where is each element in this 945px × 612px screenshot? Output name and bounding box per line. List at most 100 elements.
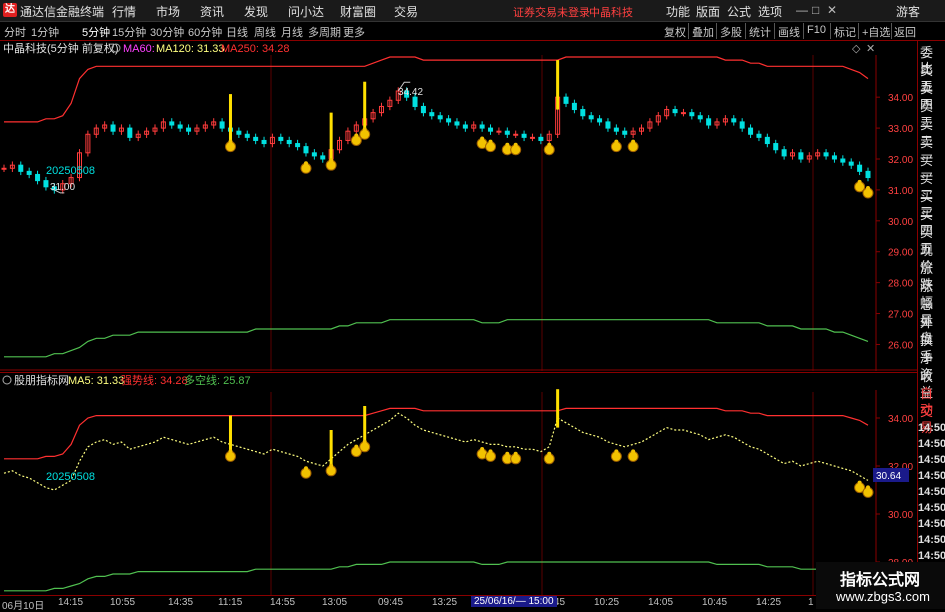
time-label: 1 xyxy=(808,597,814,608)
menu-trade[interactable]: 交易 xyxy=(394,3,418,20)
settings-icon[interactable] xyxy=(2,375,12,385)
menu-formula[interactable]: 公式 xyxy=(727,3,751,20)
candle xyxy=(865,170,871,179)
signal-bar xyxy=(329,430,333,469)
ma5-line xyxy=(3,412,869,491)
draw-button[interactable]: 画线 xyxy=(778,24,800,40)
maximize-icon[interactable]: □ xyxy=(812,3,819,17)
menu-function[interactable]: 功能 xyxy=(666,3,690,20)
indicator-chart[interactable]: 34.0032.0030.0028.00 股朋指标网 MA5: 31.33 强势… xyxy=(0,372,917,595)
divider xyxy=(716,23,717,39)
signal-bar xyxy=(228,94,232,144)
money-bag-icon-top xyxy=(614,449,619,454)
candle xyxy=(588,115,594,120)
money-bag-icon-top xyxy=(480,447,485,451)
menu-layout[interactable]: 版面 xyxy=(696,3,720,20)
time-label: 14:05 xyxy=(648,597,674,608)
menu-quotes[interactable]: 行情 xyxy=(112,3,136,20)
divider xyxy=(830,23,831,39)
adjust-button[interactable]: 复权 xyxy=(664,24,686,40)
price-panel-header: 中晶科技(5分钟 前复权) xyxy=(3,41,119,55)
money-bag-icon-top xyxy=(362,127,367,132)
tab-5min[interactable]: 5分钟 xyxy=(82,24,110,40)
tab-weekly[interactable]: 周线 xyxy=(254,24,276,40)
diamond-icon[interactable]: ◇ xyxy=(852,43,861,55)
candle xyxy=(622,130,628,135)
candle xyxy=(462,124,468,129)
candle xyxy=(689,112,695,117)
tab-1min[interactable]: 1分钟 xyxy=(31,24,59,40)
candle xyxy=(831,155,837,160)
money-bag-icon-top xyxy=(329,463,334,468)
login-warning[interactable]: 证券交易未登录 xyxy=(513,4,590,20)
add-watchlist-button[interactable]: +自选 xyxy=(862,24,890,40)
tab-15min[interactable]: 15分钟 xyxy=(112,24,146,40)
candle xyxy=(278,136,284,141)
candle xyxy=(26,170,32,175)
long-short-line xyxy=(4,319,869,358)
candle xyxy=(798,152,804,160)
candle xyxy=(773,143,779,151)
candle xyxy=(597,118,603,123)
close-icon[interactable]: ✕ xyxy=(827,3,837,17)
money-bag-icon-top xyxy=(513,451,518,456)
mark-button[interactable]: 标记 xyxy=(834,24,856,40)
sidebar-time: 14:50 xyxy=(918,518,945,530)
candle xyxy=(756,133,762,138)
long-short-line xyxy=(4,561,869,592)
multi-stock-button[interactable]: 多股 xyxy=(720,24,742,40)
watermark-url: www.zbgs3.com xyxy=(836,589,930,604)
tab-multi-period[interactable]: 多周期 xyxy=(308,24,341,40)
candle xyxy=(35,173,41,182)
top-stock-name: 中晶科技 xyxy=(589,7,633,19)
menu-wealth[interactable]: 财富圈 xyxy=(340,3,376,20)
candle xyxy=(295,143,301,148)
candle xyxy=(110,124,116,132)
y-tick-label: 32.00 xyxy=(888,155,913,166)
tab-timeshare[interactable]: 分时 xyxy=(4,24,26,40)
tab-30min[interactable]: 30分钟 xyxy=(150,24,184,40)
menu-discover[interactable]: 发现 xyxy=(244,3,268,20)
money-bag-icon-top xyxy=(488,449,493,454)
y-tick-label: 27.00 xyxy=(888,310,913,321)
menu-news[interactable]: 资讯 xyxy=(200,3,224,20)
tab-more[interactable]: 更多 xyxy=(343,24,365,40)
money-bag-icon-top xyxy=(303,161,308,166)
indicator-date-tag: 20250508 xyxy=(46,471,95,483)
stats-button[interactable]: 统计 xyxy=(749,24,771,40)
app-title: 通达信金融终端 xyxy=(20,5,105,19)
f10-button[interactable]: F10 xyxy=(807,24,826,36)
candle xyxy=(840,158,846,163)
candle xyxy=(286,139,292,145)
candle xyxy=(488,127,494,132)
divider xyxy=(891,23,892,39)
ma5-label: MA5: 31.33 xyxy=(68,375,124,387)
time-label: 13:05 xyxy=(322,597,348,608)
y-tick-label: 30.00 xyxy=(888,510,913,521)
back-button[interactable]: 返回 xyxy=(894,24,916,40)
indicator-name: 股朋指标网 xyxy=(14,373,69,387)
price-chart[interactable]: 34.00 33.00 32.00 31.00 30.00 29.00 28.00 27.00… xyxy=(0,41,917,371)
candle xyxy=(219,121,225,129)
guest-label[interactable]: 游客 xyxy=(896,3,920,20)
candle xyxy=(446,118,452,123)
tab-daily[interactable]: 日线 xyxy=(226,24,248,40)
candle xyxy=(261,139,267,145)
cursor-time: 25/06/16/— 15:00 xyxy=(471,596,557,607)
menu-market[interactable]: 市场 xyxy=(156,3,180,20)
close-panel-icon[interactable]: ✕ xyxy=(866,43,875,55)
y-tick-label: 29.00 xyxy=(888,248,913,259)
tab-60min[interactable]: 60分钟 xyxy=(188,24,222,40)
candle xyxy=(169,121,175,126)
tab-monthly[interactable]: 月线 xyxy=(281,24,303,40)
ma60-label: MA60: xyxy=(123,43,155,55)
minimize-icon[interactable]: — xyxy=(796,3,808,17)
candle xyxy=(764,136,770,145)
menu-options[interactable]: 选项 xyxy=(758,3,782,20)
overlay-button[interactable]: 叠加 xyxy=(692,24,714,40)
menu-ask[interactable]: 问小达 xyxy=(288,3,324,20)
ma250-label: MA250: 34.28 xyxy=(221,43,290,55)
signal-bar xyxy=(556,60,560,110)
divider xyxy=(803,23,804,39)
candle xyxy=(605,121,611,129)
